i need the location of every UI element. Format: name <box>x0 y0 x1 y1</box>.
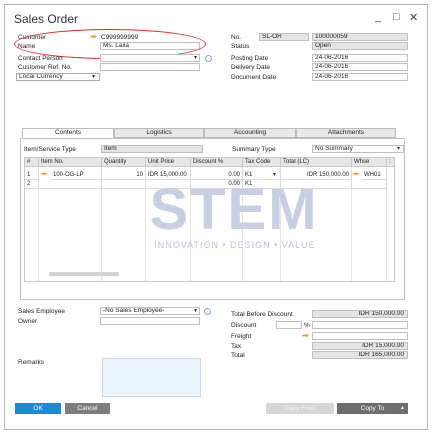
freight-label: Freight <box>231 333 252 340</box>
delivery-date-field[interactable]: 24-06-2016 <box>312 63 408 71</box>
tab-logistics[interactable]: Logistics <box>114 128 204 138</box>
triangle-up-icon: ▲ <box>400 405 405 411</box>
contact-dropdown-icon[interactable]: ▾ <box>194 54 197 61</box>
total-value: IDR 165,000.00 <box>312 351 408 359</box>
table-cell-index: 1 <box>25 171 39 180</box>
discount-amount-field[interactable] <box>312 321 408 329</box>
table-cell-quantity[interactable]: 10 <box>102 171 146 180</box>
percent-sign: % <box>304 322 310 329</box>
table-cell-item-no[interactable]: 100-OG-LP <box>51 171 102 180</box>
no-label: No. <box>231 34 242 41</box>
cancel-button[interactable]: Cancel <box>65 403 110 414</box>
owner-field[interactable] <box>100 317 200 325</box>
tab-attachments[interactable]: Attachments <box>296 128 396 138</box>
total-before-discount-label: Total Before Discount <box>231 311 293 318</box>
info-icon[interactable] <box>205 55 212 62</box>
posting-date-label: Posting Date <box>231 55 269 62</box>
contact-field[interactable] <box>100 54 200 62</box>
table-cell-item-no[interactable] <box>39 180 102 189</box>
contact-label: Contact Person <box>18 55 63 62</box>
close-icon[interactable]: ✕ <box>409 11 418 24</box>
horizontal-scrollbar[interactable] <box>49 272 119 276</box>
discount-percent-field[interactable] <box>276 321 302 329</box>
link-arrow-icon[interactable]: ➡ <box>353 171 359 179</box>
info-icon[interactable] <box>204 308 211 315</box>
table-cell-whse[interactable]: WH01 <box>362 171 387 180</box>
tax-label: Tax <box>231 343 242 350</box>
posting-date-field[interactable]: 24-06-2016 <box>312 54 408 62</box>
document-date-label: Document Date <box>231 74 277 81</box>
status-label: Status <box>231 43 250 50</box>
col-header-more: : <box>387 158 394 167</box>
currency-dropdown-icon[interactable]: ▾ <box>92 73 95 80</box>
table-cell-index: 2 <box>25 180 39 189</box>
minimize-icon[interactable]: _ <box>375 11 381 23</box>
link-arrow-icon[interactable]: ➡ <box>41 171 47 179</box>
series-field[interactable]: SL-OR <box>259 33 309 41</box>
summary-type-select[interactable]: No Summary <box>312 145 404 153</box>
ok-button[interactable]: OK <box>15 403 61 414</box>
watermark-tagline: INNOVATION • DESIGN • VALUE <box>154 240 316 250</box>
col-header-discount: Discount % <box>191 158 243 167</box>
owner-label: Owner <box>18 318 38 325</box>
col-header-quantity: Quantity <box>102 158 146 167</box>
watermark-logo: STEM <box>149 177 319 242</box>
customer-ref-field[interactable] <box>100 63 200 71</box>
remarks-label: Remarks <box>18 359 45 366</box>
copy-from-button[interactable]: Copy From <box>266 403 334 414</box>
sales-employee-label: Sales Employee <box>18 308 65 315</box>
status-field: Open <box>312 42 408 50</box>
item-type-label: Item/Service Type <box>24 146 76 153</box>
table-cell-whse[interactable] <box>352 180 387 189</box>
tab-accounting[interactable]: Accounting <box>204 128 296 138</box>
link-arrow-icon[interactable]: ➡ <box>302 332 309 340</box>
sales-employee-select[interactable]: -No Sales Employee- <box>100 307 200 315</box>
delivery-date-label: Delivery Date <box>231 64 271 71</box>
tax-value: IDR 15,000.00 <box>312 342 408 350</box>
document-date-field[interactable]: 24-06-2016 <box>312 73 408 81</box>
remarks-textarea[interactable] <box>102 358 201 397</box>
freight-field[interactable] <box>312 332 408 340</box>
summary-dropdown-icon[interactable]: ▾ <box>397 145 400 152</box>
total-label: Total <box>231 352 245 359</box>
employee-dropdown-icon[interactable]: ▾ <box>194 307 197 314</box>
discount-label: Discount <box>231 322 257 329</box>
col-header-unit-price: Unit Price <box>146 158 191 167</box>
col-header-index: # <box>25 158 39 167</box>
col-header-whse: Whse <box>352 158 387 167</box>
doc-no-field: 100000059 <box>312 33 408 41</box>
col-header-tax-code: Tax Code <box>243 158 281 167</box>
customer-ref-label: Customer Ref. No. <box>18 64 72 71</box>
total-before-discount-value: IDR 150,000.00 <box>312 310 408 318</box>
summary-type-label: Summary Type <box>232 146 276 153</box>
col-header-item-no: Item No. <box>39 158 102 167</box>
currency-select[interactable]: Local Currency <box>16 73 100 81</box>
item-type-field: Item <box>101 145 203 153</box>
maximize-icon[interactable]: □ <box>393 11 400 23</box>
col-header-total: Total (LC) <box>281 158 352 167</box>
copy-to-button[interactable]: Copy To <box>337 403 408 414</box>
window-title: Sales Order <box>14 12 79 26</box>
